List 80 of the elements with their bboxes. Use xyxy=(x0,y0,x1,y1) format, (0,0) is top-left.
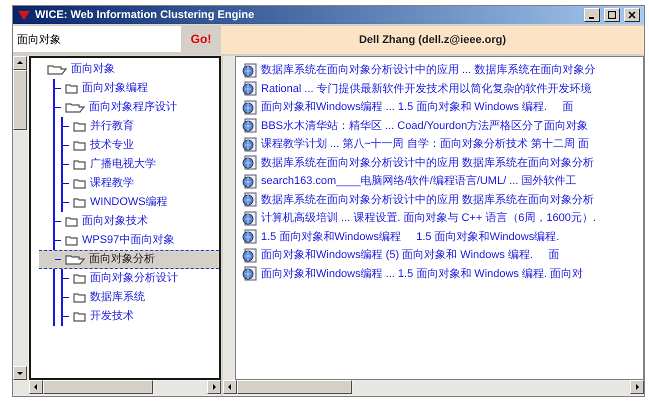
tree-item[interactable]: 面向对象分析 xyxy=(39,250,219,269)
web-page-icon xyxy=(242,192,258,208)
arrow-icon xyxy=(227,384,233,390)
tree-item[interactable]: 数据库系统 xyxy=(63,288,219,307)
tree-item[interactable]: 面向对象编程 xyxy=(55,79,219,98)
vertical-scrollbar[interactable] xyxy=(13,56,29,380)
tree-item[interactable]: 广播电视大学 xyxy=(63,155,219,174)
folder-icon xyxy=(73,292,86,303)
web-page-icon xyxy=(242,248,258,263)
scroll-left-button[interactable] xyxy=(223,380,237,394)
folder-icon xyxy=(73,140,86,151)
result-link[interactable]: 计算机高级培训 ... 课程设置. 面向对象与 C++ 语言（6周，1600元）. xyxy=(242,209,643,228)
tree-item[interactable]: 课程教学 xyxy=(63,174,219,193)
scroll-thumb[interactable] xyxy=(13,70,27,130)
scroll-up-button[interactable] xyxy=(13,56,27,70)
folder-icon xyxy=(73,197,86,208)
web-page-icon xyxy=(242,266,258,282)
search-field[interactable]: 面向对象 xyxy=(13,26,181,52)
web-page-icon xyxy=(242,155,258,170)
result-link[interactable]: 面向对象和Windows编程 ... 1.5 面向对象和 Windows 编程. 面 xyxy=(242,98,643,116)
result-link[interactable]: 数据库系统在面向对象分析设计中的应用 数据库系统在面向对象分析 xyxy=(242,190,643,209)
scroll-thumb[interactable] xyxy=(237,380,352,394)
tree-item[interactable]: 面向对象程序设计 xyxy=(55,98,219,117)
web-page-icon xyxy=(242,100,258,115)
result-link[interactable]: search163.com____电脑网络/软件/编程语言/UML/ ... 国外软件工 xyxy=(242,172,643,190)
tree-item[interactable]: 开发技术 xyxy=(63,307,219,326)
tree-item[interactable]: 并行教育 xyxy=(63,117,219,136)
close-icon xyxy=(628,11,636,19)
tree-item[interactable]: 面向对象 xyxy=(47,60,219,79)
folder-icon xyxy=(73,178,86,189)
arrow-icon xyxy=(211,384,217,390)
result-link[interactable]: BBS水木清华站：精华区 ... Coad/Yourdon方法严格区分了面向对象 xyxy=(242,116,643,135)
horizontal-scrollbar[interactable] xyxy=(13,380,221,396)
web-page-icon xyxy=(242,62,258,78)
folder-icon xyxy=(73,121,86,132)
web-page-icon xyxy=(242,210,258,226)
web-page-icon xyxy=(242,136,258,152)
scroll-right-button[interactable] xyxy=(207,380,221,394)
scroll-thumb[interactable] xyxy=(43,380,153,394)
tree-item[interactable]: 面向对象技术 xyxy=(55,212,219,231)
result-link[interactable]: 1.5 面向对象和Windows编程 1.5 面向对象和Windows编程. xyxy=(242,228,643,246)
tree-item[interactable]: 技术专业 xyxy=(63,136,219,155)
tree-item[interactable]: WINDOWS编程 xyxy=(63,193,219,212)
app-logo-icon xyxy=(17,10,31,20)
maximize-icon xyxy=(608,11,616,19)
web-page-icon xyxy=(242,118,258,134)
folder-icon xyxy=(65,216,78,227)
maximize-button[interactable] xyxy=(604,8,620,22)
folder-icon xyxy=(73,273,86,284)
scroll-right-button[interactable] xyxy=(630,380,644,394)
minimize-button[interactable] xyxy=(584,8,600,22)
arrow-icon xyxy=(33,384,39,390)
result-link[interactable]: 面向对象和Windows编程 ... 1.5 面向对象和 Windows 编程. 面向对 xyxy=(242,264,643,283)
web-page-icon xyxy=(242,81,258,96)
result-link[interactable]: 面向对象和Windows编程 (5) 面向对象和 Windows 编程. 面 xyxy=(242,246,643,264)
scroll-down-button[interactable] xyxy=(13,366,27,380)
close-button[interactable] xyxy=(624,8,640,22)
web-page-icon xyxy=(242,174,258,189)
tree-item[interactable]: 面向对象分析设计 xyxy=(63,269,219,288)
result-link[interactable]: 课程教学计划 ... 第八~十一周 自学：面向对象分析技术 第十二周 面 xyxy=(242,135,643,154)
folder-icon xyxy=(73,159,86,170)
tree-item[interactable]: WPS97中面向对象 xyxy=(55,231,219,250)
arrow-icon xyxy=(17,60,23,66)
arrow-icon xyxy=(17,370,23,376)
scroll-left-button[interactable] xyxy=(29,380,43,394)
folder-icon xyxy=(73,311,86,322)
result-link[interactable]: 数据库系统在面向对象分析设计中的应用 ... 数据库系统在面向对象分 xyxy=(242,61,643,80)
open-folder-icon xyxy=(65,102,85,113)
vertical-scrollbar[interactable] xyxy=(223,56,235,380)
web-page-icon xyxy=(242,229,258,244)
arrow-icon xyxy=(634,384,640,390)
result-link[interactable]: Rational ... 专门提供最新软件开发技术用以简化复杂的软件开发环境 xyxy=(242,80,643,98)
horizontal-scrollbar[interactable] xyxy=(223,380,644,396)
result-link[interactable]: 数据库系统在面向对象分析设计中的应用 数据库系统在面向对象分析 xyxy=(242,154,643,172)
window-title: WICE: Web Information Clustering Engine xyxy=(35,8,256,23)
open-folder-icon xyxy=(65,254,85,265)
open-folder-icon xyxy=(47,64,67,75)
folder-icon xyxy=(65,83,78,94)
author-credit: Dell Zhang (dell.z@ieee.org) xyxy=(358,32,506,48)
folder-icon xyxy=(65,235,78,246)
